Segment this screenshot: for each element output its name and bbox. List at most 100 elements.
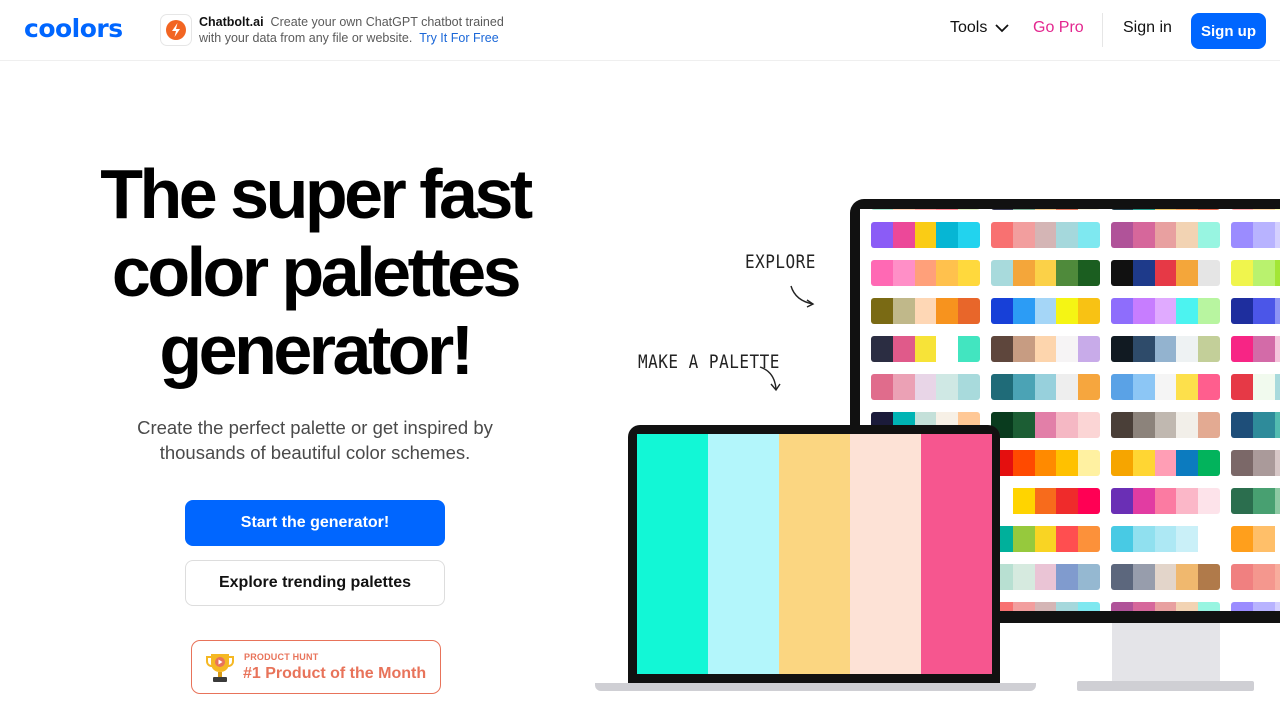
palette-color-swatch xyxy=(1154,336,1177,362)
palette-color-swatch xyxy=(1198,602,1220,611)
palette-thumbnail xyxy=(1231,526,1280,552)
palette-color-swatch xyxy=(1078,298,1100,324)
palette-color-swatch xyxy=(892,209,915,210)
palette-thumbnail xyxy=(1111,488,1220,514)
palette-color-swatch xyxy=(936,336,959,362)
start-generator-button[interactable]: Start the generator! xyxy=(185,500,445,546)
laptop-palette xyxy=(637,434,992,674)
palette-thumbnail xyxy=(871,374,980,400)
palette-color-swatch xyxy=(1231,450,1253,476)
palette-color-swatch xyxy=(1231,374,1253,400)
sign-up-button[interactable]: Sign up xyxy=(1191,13,1266,49)
product-hunt-badge[interactable]: PRODUCT HUNT #1 Product of the Month xyxy=(191,640,441,694)
sign-in-link[interactable]: Sign in xyxy=(1123,19,1172,37)
palette-color-swatch xyxy=(1056,412,1079,438)
palette-color-swatch xyxy=(936,298,959,324)
palette-color-swatch xyxy=(1034,222,1057,248)
palette-thumbnail xyxy=(991,298,1100,324)
palette-color-swatch xyxy=(1252,260,1275,286)
palette-color-swatch xyxy=(1198,412,1220,438)
palette-color-swatch xyxy=(1012,564,1035,590)
palette-color-swatch xyxy=(1078,488,1100,514)
palette-color-swatch xyxy=(1034,602,1057,611)
palette-color-swatch xyxy=(1012,260,1035,286)
palette-color-swatch xyxy=(1034,412,1057,438)
palette-thumbnail xyxy=(1111,260,1220,286)
palette-color-swatch xyxy=(1198,488,1220,514)
palette-color-swatch xyxy=(1198,374,1220,400)
palette-color-swatch xyxy=(1274,336,1280,362)
coolors-logo[interactable]: coolors xyxy=(24,13,123,45)
palette-color-swatch xyxy=(1056,209,1079,210)
explore-palettes-button[interactable]: Explore trending palettes xyxy=(185,560,445,606)
palette-color-swatch xyxy=(1078,222,1100,248)
hero-subtitle: Create the perfect palette or get inspir… xyxy=(100,415,530,465)
curved-arrow-icon xyxy=(790,285,815,308)
palette-color-swatch xyxy=(1252,412,1275,438)
palette-color-swatch xyxy=(1252,374,1275,400)
palette-color-swatch xyxy=(1176,488,1199,514)
palette-color-swatch xyxy=(1078,602,1100,611)
palette-color-swatch xyxy=(1231,222,1253,248)
palette-color-swatch xyxy=(1111,564,1133,590)
palette-thumbnail xyxy=(871,260,980,286)
palette-color-swatch xyxy=(1111,412,1133,438)
palette-color-swatch xyxy=(1132,260,1155,286)
palette-color-swatch xyxy=(1176,564,1199,590)
palette-color-swatch xyxy=(1252,209,1275,210)
tools-menu[interactable]: Tools xyxy=(950,19,1009,37)
palette-color-swatch xyxy=(892,260,915,286)
palette-color-swatch xyxy=(1132,336,1155,362)
palette-color-swatch xyxy=(958,260,980,286)
palette-color-swatch xyxy=(1274,602,1280,611)
palette-color-swatch xyxy=(1154,260,1177,286)
palette-color-swatch xyxy=(1056,450,1079,476)
monitor-base xyxy=(1077,681,1254,691)
hero-subtitle-line: Create the perfect palette or get inspir… xyxy=(137,417,493,438)
palette-thumbnail xyxy=(991,412,1100,438)
palette-color-swatch xyxy=(1198,222,1220,248)
palette-color-swatch xyxy=(1274,260,1280,286)
laptop-base xyxy=(595,683,1036,691)
hero-title-line: generator! xyxy=(159,311,474,389)
palette-color-swatch xyxy=(1252,450,1275,476)
palette-color-swatch xyxy=(1176,298,1199,324)
palette-color-swatch xyxy=(871,374,893,400)
chatbolt-logo-icon xyxy=(160,14,192,46)
palette-color-swatch xyxy=(1176,222,1199,248)
palette-color-swatch xyxy=(1176,526,1199,552)
badge-title: #1 Product of the Month xyxy=(243,665,427,682)
palette-color-swatch xyxy=(1056,222,1079,248)
palette-color-swatch xyxy=(871,260,893,286)
palette-color-swatch xyxy=(991,298,1013,324)
go-pro-link[interactable]: Go Pro xyxy=(1033,19,1084,37)
palette-color-swatch xyxy=(1176,412,1199,438)
palette-color-swatch xyxy=(921,434,992,674)
palette-color-swatch xyxy=(1111,336,1133,362)
palette-color-swatch xyxy=(1231,488,1253,514)
palette-color-swatch xyxy=(1154,222,1177,248)
curved-arrow-icon xyxy=(759,366,781,392)
palette-color-swatch xyxy=(850,434,921,674)
palette-color-swatch xyxy=(1154,412,1177,438)
palette-color-swatch xyxy=(1132,450,1155,476)
palette-color-swatch xyxy=(914,260,937,286)
palette-thumbnail xyxy=(871,209,980,210)
sponsored-ad[interactable]: Chatbolt.ai Create your own ChatGPT chat… xyxy=(160,14,504,46)
palette-color-swatch xyxy=(1198,526,1220,552)
palette-color-swatch xyxy=(1111,526,1133,552)
palette-color-swatch xyxy=(914,374,937,400)
palette-color-swatch xyxy=(1078,412,1100,438)
palette-color-swatch xyxy=(958,222,980,248)
palette-thumbnail xyxy=(1231,374,1280,400)
palette-color-swatch xyxy=(1034,260,1057,286)
palette-color-swatch xyxy=(1034,336,1057,362)
palette-color-swatch xyxy=(1012,526,1035,552)
palette-thumbnail xyxy=(1111,526,1220,552)
palette-color-swatch xyxy=(1012,374,1035,400)
monitor-stand xyxy=(1112,623,1220,681)
palette-thumbnail xyxy=(1111,602,1220,611)
palette-thumbnail xyxy=(991,564,1100,590)
palette-color-swatch xyxy=(1252,526,1275,552)
ad-cta-link[interactable]: Try It For Free xyxy=(419,31,498,45)
